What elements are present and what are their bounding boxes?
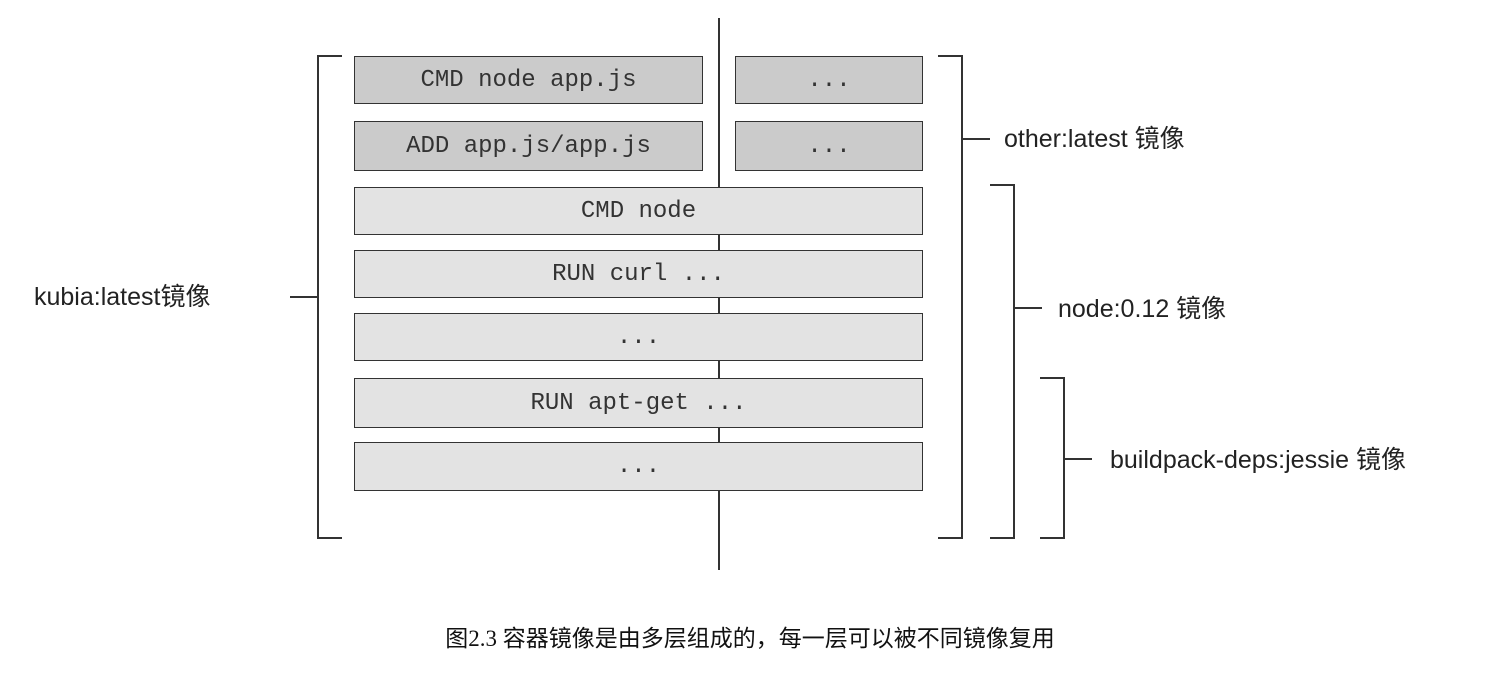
layer-cmd-node-app: CMD node app.js	[354, 56, 703, 104]
layer-add-app: ADD app.js/app.js	[354, 121, 703, 171]
layer-other-2: ...	[735, 121, 923, 171]
layer-run-apt-get: RUN apt-get ...	[354, 378, 923, 428]
layer-node-more: ...	[354, 313, 923, 361]
figure-caption: 图2.3 容器镜像是由多层组成的，每一层可以被不同镜像复用	[445, 626, 1055, 651]
node-image-label: node:0.12 镜像	[1058, 295, 1227, 323]
layer-base-more: ...	[354, 442, 923, 491]
layer-run-curl: RUN curl ...	[354, 250, 923, 298]
other-image-label: other:latest 镜像	[1004, 125, 1185, 153]
layer-other-1: ...	[735, 56, 923, 104]
buildpack-image-label: buildpack-deps:jessie 镜像	[1110, 446, 1406, 474]
other-bracket	[938, 55, 963, 539]
kubia-bracket	[317, 55, 342, 539]
layer-cmd-node: CMD node	[354, 187, 923, 235]
buildpack-bracket	[1040, 377, 1065, 539]
image-layers-diagram: CMD node app.js ADD app.js/app.js ... ..…	[0, 0, 1500, 678]
kubia-image-label: kubia:latest镜像	[34, 283, 211, 311]
node-bracket	[990, 184, 1015, 539]
